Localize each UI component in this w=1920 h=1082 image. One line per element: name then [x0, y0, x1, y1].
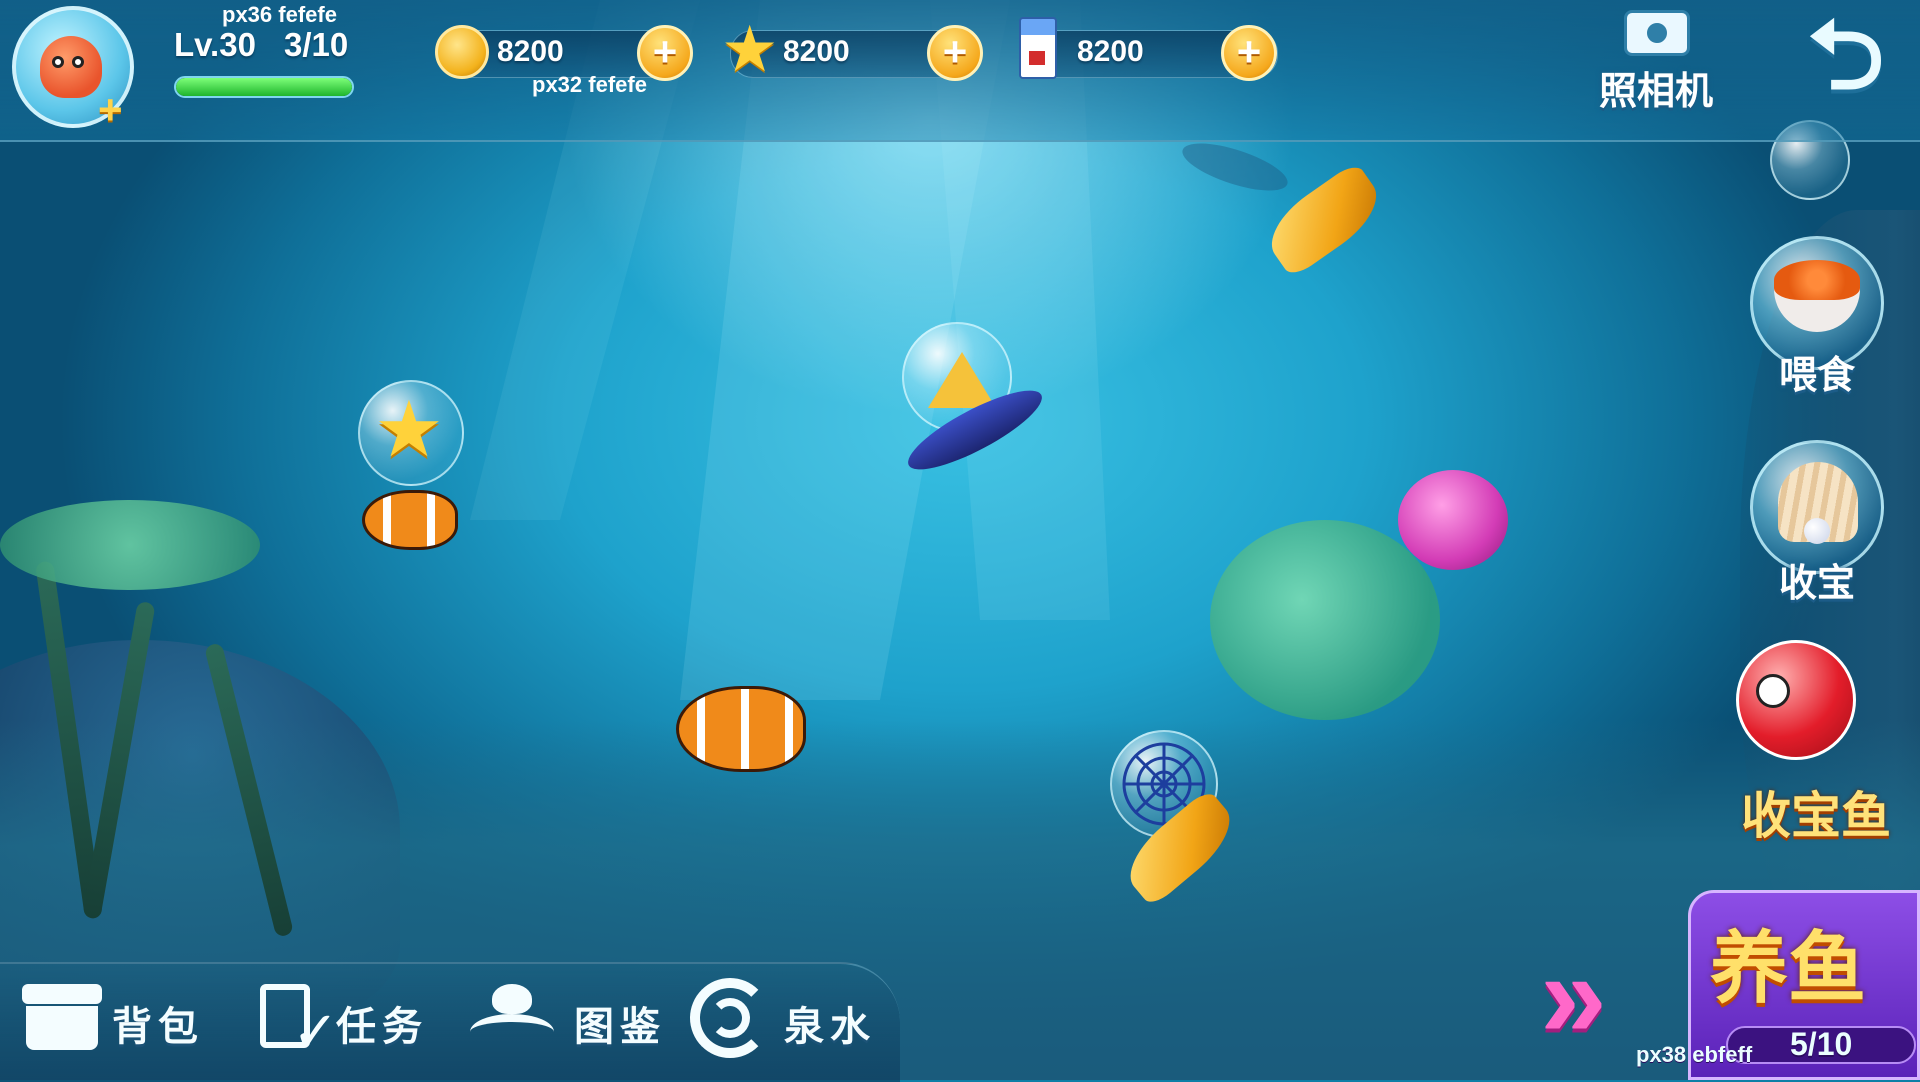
add-stars-button[interactable]: +	[927, 25, 983, 81]
star-icon: ★	[721, 13, 779, 85]
avatar-octopus-icon	[40, 36, 102, 98]
feed-button[interactable]: 喂食	[1742, 236, 1892, 397]
double-chevron-icon: »	[1540, 929, 1607, 1063]
avatar-add-icon[interactable]: +	[98, 86, 123, 134]
milk-counter: 8200 +	[1019, 17, 1278, 81]
tasks-label: 任务	[336, 1005, 428, 1049]
tasks-button[interactable]: ✓ 任务	[256, 972, 446, 1062]
coin-icon	[435, 25, 489, 79]
star-bubble[interactable]: ★	[358, 380, 464, 486]
breed-progress: 5/10	[1790, 1026, 1853, 1062]
clownfish-body	[676, 686, 806, 772]
codex-label: 图鉴	[574, 1005, 666, 1049]
clownfish-large[interactable]	[676, 676, 826, 786]
codex-icon	[470, 984, 554, 1050]
add-milk-button[interactable]: +	[1221, 25, 1277, 81]
collect-label: 收宝	[1778, 563, 1855, 605]
treasure-fish-button[interactable]: 收宝鱼	[1726, 640, 1906, 844]
bag-label: 背包	[112, 1005, 204, 1049]
bag-icon	[22, 984, 102, 1050]
feed-label: 喂食	[1778, 355, 1855, 397]
back-arrow-icon[interactable]: ⮌	[1796, 6, 1896, 106]
resource-note: px32 fefefe	[532, 72, 647, 97]
treasure-fish-eye	[1756, 674, 1790, 708]
star-icon: ★	[374, 385, 444, 473]
pearl	[1804, 518, 1830, 544]
task-icon: ✓	[256, 984, 339, 1060]
treasure-fish-label: 收宝鱼	[1741, 788, 1891, 844]
xp-bar	[174, 76, 354, 98]
fish-food-roe	[1774, 260, 1860, 300]
avatar-eye	[52, 56, 64, 68]
sea-plant	[0, 500, 260, 590]
golden-fish-bottom[interactable]	[1110, 780, 1260, 920]
bag-lid	[22, 984, 102, 1004]
pufferfish[interactable]	[1398, 470, 1508, 570]
coin-value: 8200	[497, 35, 564, 68]
star-value: 8200	[783, 35, 850, 68]
clownfish-body	[362, 490, 458, 550]
codex-button[interactable]: 图鉴	[470, 972, 670, 1062]
book-shape	[470, 1014, 554, 1050]
coin-counter: 8200 +	[435, 25, 693, 81]
spiral-icon	[690, 978, 770, 1058]
collect-button[interactable]: 收宝	[1742, 440, 1892, 605]
star-counter: ★ 8200 +	[721, 17, 983, 81]
bag-body	[26, 1006, 98, 1050]
camera-button[interactable]: 照相机	[1594, 8, 1718, 113]
xp-bar-fill	[176, 78, 352, 96]
spiral-inner	[710, 998, 750, 1038]
treasure-fish-icon	[1736, 640, 1856, 760]
spring-button[interactable]: 泉水	[690, 972, 890, 1062]
sea-plant	[1210, 520, 1440, 720]
breed-title: 养鱼	[1710, 924, 1867, 1012]
player-name-tag: px36 fefefe	[222, 2, 337, 27]
flying-fish-body	[899, 377, 1051, 483]
avatar-eye	[72, 56, 84, 68]
camera-label: 照相机	[1598, 71, 1713, 113]
flying-fish[interactable]	[880, 360, 1080, 500]
milk-value: 8200	[1077, 35, 1144, 68]
player-level: Lv.30	[174, 26, 256, 63]
spring-label: 泉水	[784, 1005, 876, 1049]
player-level-progress: 3/10	[284, 26, 349, 63]
golden-fish-body	[1116, 787, 1244, 909]
task-check: ✓	[292, 1000, 339, 1063]
breed-note: px38 ebfeff	[1636, 1042, 1753, 1067]
bag-button[interactable]: 背包	[22, 972, 212, 1062]
camera-lens	[1644, 20, 1670, 46]
breed-fish-button[interactable]: » 养鱼 5/10 px38 ebfeff	[1540, 890, 1920, 1080]
whale-shape	[492, 984, 532, 1014]
milk-icon	[1019, 17, 1057, 79]
clownfish-small[interactable]	[362, 480, 472, 560]
